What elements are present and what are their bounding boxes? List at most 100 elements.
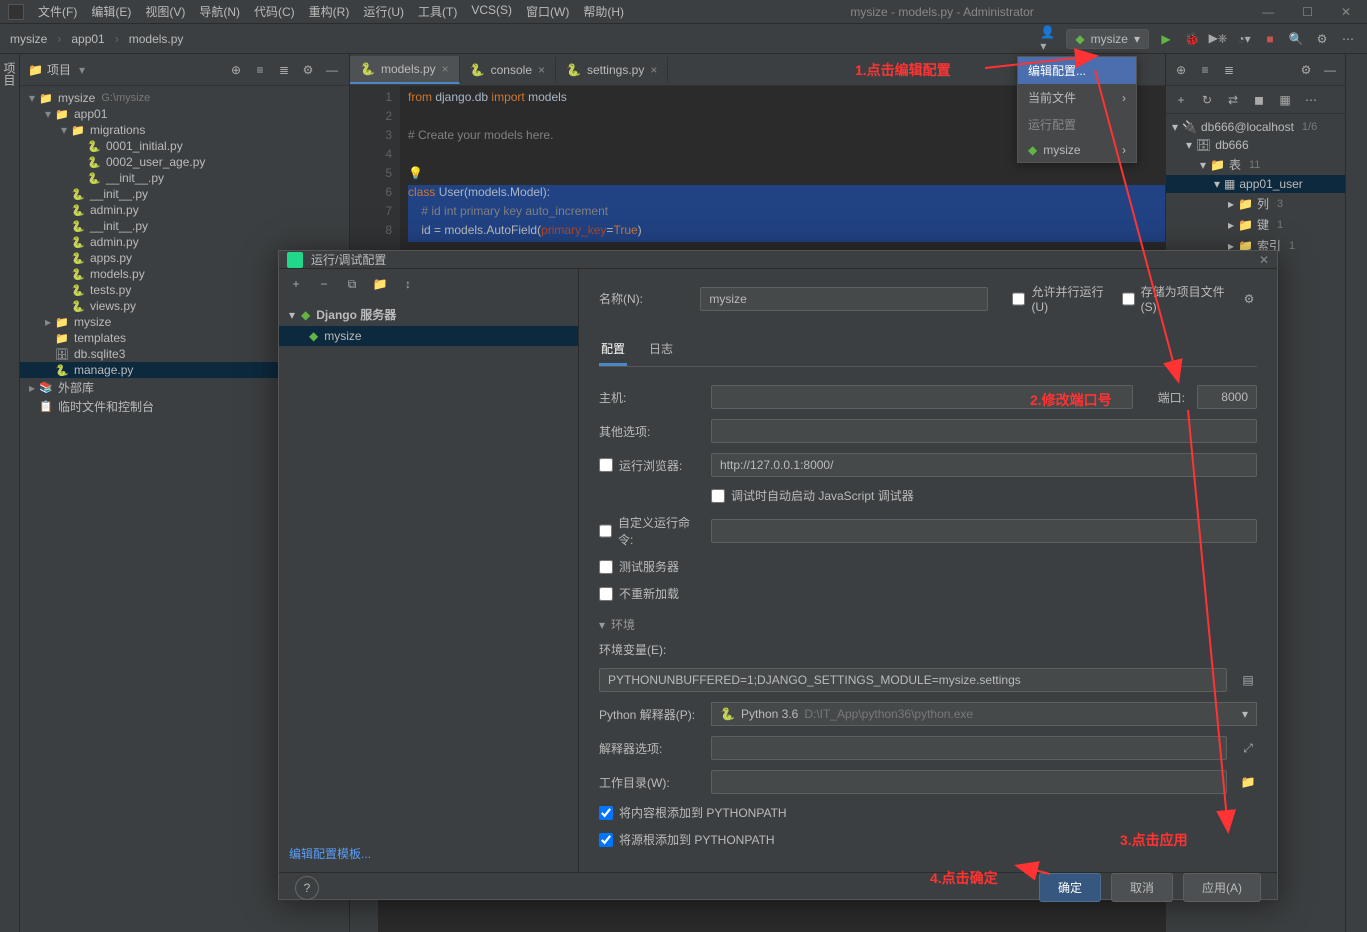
tab-config[interactable]: 配置 (599, 334, 627, 366)
menu-item[interactable]: 编辑(E) (85, 1, 137, 22)
host-input[interactable] (711, 385, 1133, 409)
tree-item[interactable]: 🐍0001_initial.py (20, 138, 349, 154)
other-options-input[interactable] (711, 419, 1257, 443)
menu-item[interactable]: 帮助(H) (577, 1, 630, 22)
expand-icon[interactable]: ≡ (251, 61, 269, 79)
tree-item[interactable]: 🐍__init__.py (20, 186, 349, 202)
db-schema[interactable]: ▾🗄db666 (1166, 136, 1345, 154)
debug-button[interactable]: 🐞 (1183, 30, 1201, 48)
locate-icon[interactable]: ⊕ (227, 61, 245, 79)
add-config-button[interactable]: + (287, 275, 305, 293)
menu-item[interactable]: 视图(V) (139, 1, 191, 22)
config-type-django[interactable]: ▾◆Django 服务器 (279, 303, 578, 326)
folder-icon[interactable]: 📁 (371, 275, 389, 293)
interp-opts-input[interactable] (711, 736, 1227, 760)
tree-item[interactable]: 🐍admin.py (20, 234, 349, 250)
gear-icon[interactable]: ⚙ (1241, 290, 1257, 308)
tree-item[interactable]: ▾📁mysizeG:\mysize (20, 90, 349, 106)
tree-item[interactable]: 🐍admin.py (20, 202, 349, 218)
expand-icon[interactable]: ≡ (1196, 61, 1214, 79)
env-edit-icon[interactable]: ▤ (1239, 671, 1257, 689)
tree-item[interactable]: ▾📁migrations (20, 122, 349, 138)
tree-item[interactable]: ▾📁app01 (20, 106, 349, 122)
add-icon[interactable]: + (1172, 91, 1190, 109)
port-input[interactable] (1197, 385, 1257, 409)
settings-icon[interactable]: ⚙ (1313, 30, 1331, 48)
refresh-icon[interactable]: ↻ (1198, 91, 1216, 109)
collapse-icon[interactable]: ⊕ (1172, 61, 1190, 79)
hide-icon[interactable]: — (1321, 61, 1339, 79)
editor-tab[interactable]: 🐍settings.py× (556, 57, 668, 83)
copy-config-button[interactable]: ⧉ (343, 275, 361, 293)
editor-tab[interactable]: 🐍models.py× (350, 56, 460, 84)
close-icon[interactable]: × (538, 63, 545, 77)
tree-item[interactable]: 🐍0002_user_age.py (20, 154, 349, 170)
edit-templates-link[interactable]: 编辑配置模板... (279, 835, 578, 872)
help-button[interactable]: ? (295, 876, 319, 900)
custom-cmd-input[interactable] (711, 519, 1257, 543)
custom-cmd-checkbox[interactable] (599, 524, 612, 538)
remove-config-button[interactable]: − (315, 275, 333, 293)
expand-icon[interactable]: ⤢ (1239, 739, 1257, 757)
cancel-button[interactable]: 取消 (1111, 873, 1173, 902)
tree-item[interactable]: 🐍__init__.py (20, 170, 349, 186)
hide-panel-icon[interactable]: — (323, 61, 341, 79)
add-source-checkbox[interactable] (599, 833, 613, 847)
dd-edit-config[interactable]: 编辑配置... (1018, 57, 1136, 84)
menu-item[interactable]: 窗口(W) (520, 1, 575, 22)
run-button[interactable]: ▶ (1157, 30, 1175, 48)
gear-icon[interactable]: ⚙ (1297, 61, 1315, 79)
close-window-button[interactable]: ✕ (1333, 1, 1359, 23)
tab-log[interactable]: 日志 (647, 334, 675, 366)
folder-browse-icon[interactable]: 📁 (1239, 773, 1257, 791)
debug-js-checkbox[interactable] (711, 489, 725, 503)
profile-button[interactable]: ◔▾ (1235, 30, 1253, 48)
editor-tab[interactable]: 🐍console× (460, 57, 556, 83)
apply-button[interactable]: 应用(A) (1183, 873, 1261, 902)
menu-item[interactable]: 重构(R) (303, 1, 356, 22)
browser-url-input[interactable] (711, 453, 1257, 477)
more-icon[interactable]: ⋯ (1339, 30, 1357, 48)
close-icon[interactable]: × (650, 63, 657, 77)
breadcrumb-item[interactable]: app01 (71, 32, 104, 46)
db-table-app01-user[interactable]: ▾▦app01_user (1166, 175, 1345, 193)
stop-button[interactable]: ■ (1261, 30, 1279, 48)
gear-icon[interactable]: ⚙ (299, 61, 317, 79)
minimize-button[interactable]: — (1254, 1, 1282, 23)
db-child[interactable]: ▸📁键1 (1166, 214, 1345, 235)
test-server-checkbox[interactable] (599, 560, 613, 574)
sync-icon[interactable]: ⇄ (1224, 91, 1242, 109)
tree-item[interactable]: 🐍__init__.py (20, 218, 349, 234)
collapse-icon[interactable]: ≣ (275, 61, 293, 79)
dd-current-file[interactable]: 当前文件› (1018, 84, 1136, 111)
stop-icon[interactable]: ◼ (1250, 91, 1268, 109)
search-icon[interactable]: 🔍 (1287, 30, 1305, 48)
allow-parallel-checkbox[interactable] (1012, 292, 1025, 306)
add-content-checkbox[interactable] (599, 806, 613, 820)
menu-item[interactable]: 运行(U) (357, 1, 410, 22)
config-item-mysize[interactable]: ◆mysize (279, 326, 578, 346)
maximize-button[interactable]: ☐ (1294, 1, 1321, 23)
env-vars-input[interactable] (599, 668, 1227, 692)
workdir-input[interactable] (711, 770, 1227, 794)
close-dialog-button[interactable]: ✕ (1259, 253, 1269, 267)
close-icon[interactable]: × (442, 62, 449, 76)
menu-item[interactable]: 代码(C) (248, 1, 301, 22)
db-connection[interactable]: ▾🔌db666@localhost1/6 (1166, 118, 1345, 136)
menu-item[interactable]: VCS(S) (465, 1, 518, 22)
name-input[interactable] (700, 287, 988, 311)
table-icon[interactable]: ▦ (1276, 91, 1294, 109)
store-project-checkbox[interactable] (1122, 292, 1135, 306)
more-icon[interactable]: ⋯ (1302, 91, 1320, 109)
db-tables[interactable]: ▾📁表11 (1166, 154, 1345, 175)
project-tool-button[interactable]: 项目 (1, 62, 18, 86)
filter-icon[interactable]: ≣ (1220, 61, 1238, 79)
breadcrumb-item[interactable]: models.py (129, 32, 184, 46)
db-child[interactable]: ▸📁列3 (1166, 193, 1345, 214)
interpreter-select[interactable]: 🐍Python 3.6D:\IT_App\python36\python.exe… (711, 702, 1257, 726)
sort-icon[interactable]: ↕ (399, 275, 417, 293)
menu-item[interactable]: 文件(F) (32, 1, 83, 22)
run-browser-checkbox[interactable] (599, 458, 613, 472)
dd-mysize[interactable]: ◆mysize› (1018, 138, 1136, 162)
breadcrumb-item[interactable]: mysize (10, 32, 47, 46)
